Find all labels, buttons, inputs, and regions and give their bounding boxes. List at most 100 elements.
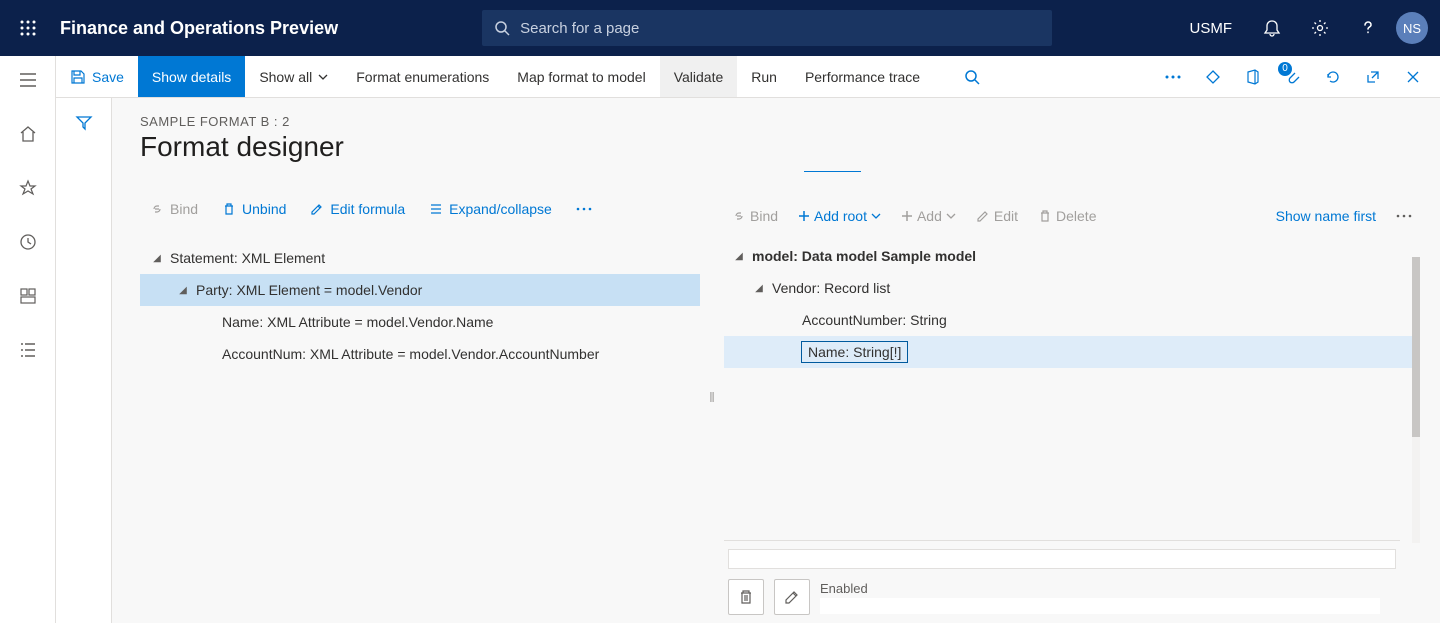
help-icon[interactable]: [1348, 8, 1388, 48]
refresh-icon: [1325, 69, 1341, 85]
show-name-first-button[interactable]: Show name first: [1268, 202, 1384, 230]
tab-mapping[interactable]: Mapping: [804, 171, 862, 172]
main-column: SAMPLE FORMAT B : 2 Format designer Bind…: [112, 98, 1440, 623]
ellipsis-icon: [1165, 75, 1181, 79]
notification-icon[interactable]: [1252, 8, 1292, 48]
list-icon: [19, 341, 37, 359]
properties-panel: Enabled: [724, 540, 1400, 623]
workspaces-button[interactable]: [8, 278, 48, 314]
mapping-pane: Format Mapping Transformations Validatio…: [724, 171, 1420, 623]
recent-button[interactable]: [8, 224, 48, 260]
add-root-button[interactable]: Add root: [790, 202, 889, 230]
tree-label: Statement: XML Element: [170, 250, 325, 266]
tab-format[interactable]: Format: [728, 171, 776, 172]
vertical-scrollbar[interactable]: [1412, 257, 1420, 543]
pencil-icon: [310, 202, 324, 216]
tree-row[interactable]: AccountNum: XML Attribute = model.Vendor…: [140, 338, 700, 370]
more-button[interactable]: [566, 201, 602, 217]
trash-icon: [1038, 209, 1052, 223]
validate-button[interactable]: Validate: [660, 56, 738, 97]
office-button[interactable]: [1234, 56, 1272, 98]
show-details-button[interactable]: Show details: [138, 56, 245, 97]
tree-row[interactable]: ◢ Party: XML Element = model.Vendor: [140, 274, 700, 306]
expand-collapse-button[interactable]: Expand/collapse: [419, 195, 562, 223]
format-enumerations-button[interactable]: Format enumerations: [342, 56, 503, 97]
user-avatar[interactable]: NS: [1396, 12, 1428, 44]
tab-transformations[interactable]: Transformations: [889, 171, 997, 172]
edit-property-button[interactable]: [774, 579, 810, 615]
caret-down-icon[interactable]: ◢: [150, 253, 164, 264]
filter-button[interactable]: [75, 114, 93, 623]
tree-label: Name: String[!]: [802, 342, 907, 362]
tree-row[interactable]: ◢ model: Data model Sample model: [724, 240, 1420, 272]
chevron-down-icon: [946, 211, 956, 221]
right-toolbar: Bind Add root Add Edit: [724, 202, 1420, 230]
app-title: Finance and Operations Preview: [60, 18, 338, 39]
mapping-tree: ◢ model: Data model Sample model ◢ Vendo…: [724, 240, 1420, 540]
attachments-button[interactable]: 0: [1274, 56, 1312, 98]
chevron-down-icon: [871, 211, 881, 221]
edit-formula-button[interactable]: Edit formula: [300, 195, 415, 223]
bind-button[interactable]: Bind: [140, 195, 208, 223]
tree-label: Party: XML Element = model.Vendor: [196, 282, 422, 298]
tree-row[interactable]: AccountNumber: String: [724, 304, 1420, 336]
delete-button[interactable]: Delete: [1030, 202, 1104, 230]
content-area: SAMPLE FORMAT B : 2 Format designer Bind…: [56, 98, 1440, 623]
related-info-button[interactable]: [1194, 56, 1232, 98]
find-button[interactable]: [950, 56, 994, 97]
breadcrumb: SAMPLE FORMAT B : 2: [140, 114, 1420, 129]
left-toolbar: Bind Unbind Edit formula Expand/collapse: [140, 195, 700, 224]
run-button[interactable]: Run: [737, 56, 791, 97]
close-button[interactable]: [1394, 56, 1432, 98]
show-all-button[interactable]: Show all: [245, 56, 342, 97]
unbind-button[interactable]: Unbind: [212, 195, 296, 223]
delete-property-button[interactable]: [728, 579, 764, 615]
refresh-button[interactable]: [1314, 56, 1352, 98]
add-button[interactable]: Add: [893, 202, 964, 230]
search-input[interactable]: Search for a page: [482, 10, 1052, 46]
tab-validations[interactable]: Validations: [1025, 171, 1097, 172]
edit-button[interactable]: Edit: [968, 202, 1026, 230]
tree-row[interactable]: Name: String[!]: [724, 336, 1420, 368]
bind-button-right[interactable]: Bind: [724, 202, 786, 230]
format-tree-pane: Bind Unbind Edit formula Expand/collapse: [140, 171, 700, 623]
search-icon: [494, 20, 510, 36]
pane-splitter[interactable]: ‖: [700, 171, 724, 623]
trash-icon: [222, 202, 236, 216]
caret-down-icon[interactable]: ◢: [176, 285, 190, 296]
split-panes: Bind Unbind Edit formula Expand/collapse: [140, 171, 1420, 623]
more-button-right[interactable]: [1388, 208, 1420, 224]
ellipsis-icon: [1396, 214, 1412, 218]
caret-down-icon[interactable]: ◢: [732, 251, 746, 262]
enabled-label: Enabled: [820, 581, 1380, 596]
office-icon: [1245, 69, 1261, 85]
company-code[interactable]: USMF: [1190, 20, 1233, 37]
app-launcher-icon[interactable]: [12, 12, 44, 44]
popout-button[interactable]: [1354, 56, 1392, 98]
top-header: Finance and Operations Preview Search fo…: [0, 0, 1440, 56]
save-button[interactable]: Save: [56, 56, 138, 97]
close-icon: [1406, 70, 1420, 84]
plus-icon: [798, 210, 810, 222]
pencil-icon: [976, 209, 990, 223]
tree-row[interactable]: ◢ Statement: XML Element: [140, 242, 700, 274]
search-icon: [964, 69, 980, 85]
caret-down-icon[interactable]: ◢: [752, 283, 766, 294]
diamond-icon: [1205, 69, 1221, 85]
tree-label: model: Data model Sample model: [752, 248, 976, 264]
scrollbar-thumb[interactable]: [1412, 257, 1420, 437]
modules-button[interactable]: [8, 332, 48, 368]
search-placeholder: Search for a page: [520, 20, 639, 37]
tree-row[interactable]: Name: XML Attribute = model.Vendor.Name: [140, 306, 700, 338]
more-actions-button[interactable]: [1154, 56, 1192, 98]
hamburger-button[interactable]: [8, 62, 48, 98]
performance-trace-button[interactable]: Performance trace: [791, 56, 934, 97]
enabled-field[interactable]: [820, 598, 1380, 614]
favorites-button[interactable]: [8, 170, 48, 206]
property-field[interactable]: [728, 549, 1396, 569]
trash-icon: [738, 589, 754, 605]
home-button[interactable]: [8, 116, 48, 152]
map-format-button[interactable]: Map format to model: [503, 56, 659, 97]
settings-icon[interactable]: [1300, 8, 1340, 48]
tree-row[interactable]: ◢ Vendor: Record list: [724, 272, 1420, 304]
